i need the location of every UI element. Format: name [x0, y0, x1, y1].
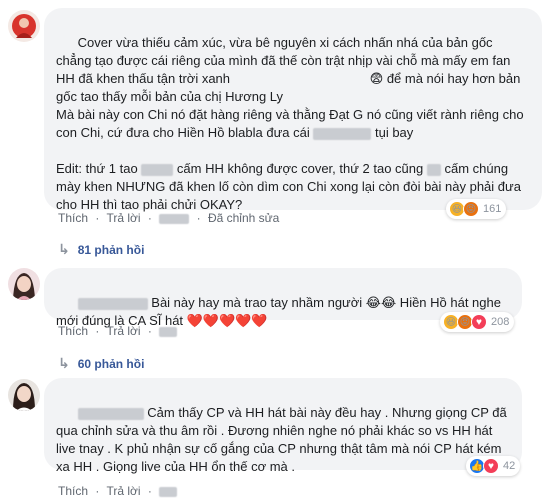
redacted-word	[426, 163, 441, 176]
love-icon: ♥	[471, 314, 487, 330]
reaction-count: 42	[503, 460, 516, 472]
reply-link[interactable]: Trả lời	[106, 324, 140, 338]
comment-1: Cover vừa thiếu cảm xúc, vừa bê nguyên x…	[0, 0, 552, 257]
comment-bubble: Cảm thấy CP và HH hát bài này đều hay . …	[44, 378, 522, 474]
red-heart-emoji: ❤️❤️❤️❤️❤️	[186, 313, 268, 328]
comment-text: Bài này hay mà trao tay nhầm người	[147, 295, 366, 310]
view-replies-link[interactable]: ↳ 81 phản hồi	[58, 241, 144, 258]
redacted-name	[77, 297, 148, 310]
angry-icon: 😡	[463, 201, 479, 217]
separator: ·	[95, 484, 100, 498]
reaction-summary[interactable]: 😆 😡 161	[446, 199, 507, 219]
like-link[interactable]: Thích	[58, 484, 88, 498]
redacted-word	[313, 127, 372, 140]
edited-label: Đã chỉnh sửa	[207, 211, 280, 225]
comment-bubble: Cover vừa thiếu cảm xúc, vừa bê nguyên x…	[44, 8, 542, 212]
love-icon: ♥	[483, 458, 499, 474]
separator: ·	[147, 484, 152, 498]
view-replies-link[interactable]: ↳ 60 phản hồi	[58, 355, 144, 372]
separator: ·	[95, 211, 100, 225]
avatar[interactable]	[8, 268, 40, 300]
reaction-summary[interactable]: 👍 ♥ 42	[466, 456, 521, 476]
reply-link[interactable]: Trả lời	[106, 211, 140, 225]
redacted-timestamp	[159, 213, 190, 224]
reply-arrow-icon: ↳	[58, 241, 70, 257]
comment-text: cấm HH không được cover, thứ 2 tao cũng	[173, 161, 427, 176]
comment-actions: Thích · Trả lời · · Đã chỉnh sửa	[58, 211, 283, 225]
reaction-count: 208	[491, 316, 510, 328]
reaction-count: 161	[483, 203, 502, 215]
like-link[interactable]: Thích	[58, 324, 88, 338]
like-link[interactable]: Thích	[58, 211, 88, 225]
reaction-summary[interactable]: 😆 😡 ♥ 208	[440, 312, 515, 332]
redacted-name	[77, 407, 144, 420]
replies-label: 81 phản hồi	[77, 242, 145, 257]
replies-label: 60 phản hồi	[77, 356, 145, 371]
separator: ·	[147, 324, 152, 338]
crying-laughing-emoji: 😂😂	[365, 295, 397, 310]
comment-3: Cảm thấy CP và HH hát bài này đều hay . …	[0, 376, 552, 502]
redacted-timestamp	[159, 326, 178, 337]
redacted-word	[141, 163, 174, 176]
comment-actions: Thích · Trả lời ·	[58, 324, 181, 338]
reply-arrow-icon: ↳	[58, 355, 70, 371]
comment-actions: Thích · Trả lời ·	[58, 484, 181, 498]
avatar[interactable]	[8, 379, 40, 411]
separator: ·	[147, 211, 152, 225]
avatar[interactable]	[8, 10, 40, 42]
reply-link[interactable]: Trả lời	[106, 484, 140, 498]
separator: ·	[196, 211, 201, 225]
redacted-timestamp	[159, 486, 178, 497]
scared-emoji: 😨	[369, 71, 384, 86]
separator: ·	[95, 324, 100, 338]
comment-2: Bài này hay mà trao tay nhầm người 😂😂 Hi…	[0, 262, 552, 372]
